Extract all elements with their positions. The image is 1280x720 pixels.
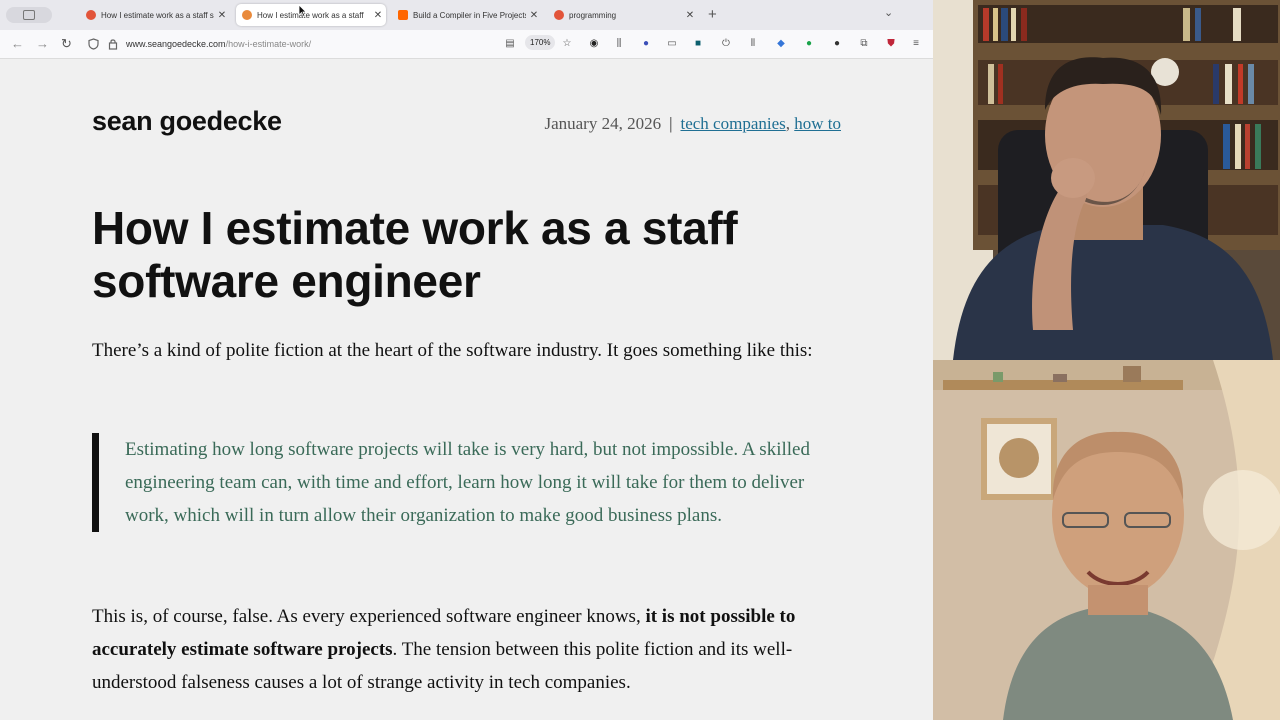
- browser-window: How I estimate work as a staff s ✕ How I…: [0, 0, 933, 720]
- url-domain: www.seangoedecke.com: [126, 39, 226, 49]
- tab-4[interactable]: programming ✕: [548, 4, 698, 26]
- webcam-feed-guest: [933, 360, 1280, 720]
- library-icon[interactable]: ⫼: [612, 37, 626, 51]
- reddit-icon: [86, 10, 96, 20]
- site-title[interactable]: sean goedecke: [92, 106, 282, 137]
- tag-comma: ,: [785, 114, 790, 133]
- power-icon[interactable]: ⏻: [719, 37, 733, 51]
- webcam-image-host: [933, 0, 1280, 360]
- webcam-feed-host: [933, 0, 1280, 360]
- shield-icon[interactable]: [88, 38, 99, 50]
- web-page: sean goedecke January 24, 2026 | tech comp…: [0, 60, 933, 720]
- close-icon[interactable]: ✕: [526, 10, 542, 21]
- tab-title: How I estimate work as a staff: [257, 10, 364, 20]
- webcam-image-guest: [933, 360, 1280, 720]
- chevron-down-icon[interactable]: ⌄: [884, 6, 893, 19]
- meta-separator: |: [669, 114, 673, 133]
- article-title: How I estimate work as a staff software …: [92, 202, 738, 307]
- green-extension-icon[interactable]: ●: [802, 37, 816, 51]
- reddit-icon: [554, 10, 564, 20]
- close-icon[interactable]: ✕: [682, 10, 698, 21]
- tab-2-active[interactable]: How I estimate work as a staff ✕: [236, 4, 386, 26]
- zoom-level[interactable]: 170%: [525, 35, 556, 50]
- url-text[interactable]: www.seangoedecke.com/how-i-estimate-work…: [126, 39, 311, 49]
- circle-record-icon[interactable]: ◉: [587, 37, 601, 51]
- close-icon[interactable]: ✕: [214, 10, 230, 21]
- tab-title: programming: [569, 10, 617, 20]
- tab-1[interactable]: How I estimate work as a staff s ✕: [80, 4, 230, 26]
- tab-title: How I estimate work as a staff s: [101, 10, 214, 20]
- shield-extension-icon[interactable]: ⛊: [884, 37, 898, 51]
- dark-extension-icon[interactable]: ■: [691, 37, 705, 51]
- post-meta: January 24, 2026 | tech companies, how to: [544, 114, 841, 134]
- tag-link-tech-companies[interactable]: tech companies: [680, 114, 785, 133]
- blockquote: Estimating how long software projects wi…: [92, 433, 832, 532]
- y-combinator-icon: [398, 10, 408, 20]
- bookmark-star-icon[interactable]: ☆: [560, 37, 574, 51]
- body-text: This is, of course, false. As every expe…: [92, 606, 646, 627]
- tag-link-how-to[interactable]: how to: [794, 114, 841, 133]
- url-path: /how-i-estimate-work/: [225, 39, 312, 49]
- lock-icon[interactable]: [108, 38, 118, 50]
- navigation-bar: ← → ↻ www.seangoedecke.com/how-i-estimat…: [0, 30, 933, 59]
- tab-title: Build a Compiler in Five Projects: [413, 10, 526, 20]
- globe-extension-icon[interactable]: ●: [639, 37, 653, 51]
- menu-icon[interactable]: ≡: [909, 37, 923, 51]
- columns-icon[interactable]: ⦀: [746, 37, 760, 51]
- sidebar-toggle-icon[interactable]: [6, 7, 52, 23]
- new-tab-icon[interactable]: +: [708, 6, 717, 23]
- fox-icon: [242, 10, 252, 20]
- post-date: January 24, 2026: [544, 114, 662, 133]
- cube-extension-icon[interactable]: ◆: [774, 37, 788, 51]
- reload-icon[interactable]: ↻: [61, 36, 72, 52]
- forward-icon[interactable]: →: [36, 36, 49, 51]
- back-icon[interactable]: ←: [11, 36, 24, 51]
- reader-view-icon[interactable]: ▤: [503, 37, 517, 51]
- sidebar-icon[interactable]: ▭: [665, 37, 679, 51]
- paragraph-intro: There’s a kind of polite fiction at the …: [92, 340, 813, 361]
- tab-3[interactable]: Build a Compiler in Five Projects ✕: [392, 4, 542, 26]
- tab-strip: How I estimate work as a staff s ✕ How I…: [0, 0, 933, 30]
- paragraph-body: This is, of course, false. As every expe…: [92, 600, 852, 699]
- close-icon[interactable]: ✕: [370, 10, 386, 21]
- extensions-icon[interactable]: ⧉: [857, 37, 871, 51]
- dark-circle-extension-icon[interactable]: ●: [830, 37, 844, 51]
- mouse-cursor-icon: [298, 4, 307, 17]
